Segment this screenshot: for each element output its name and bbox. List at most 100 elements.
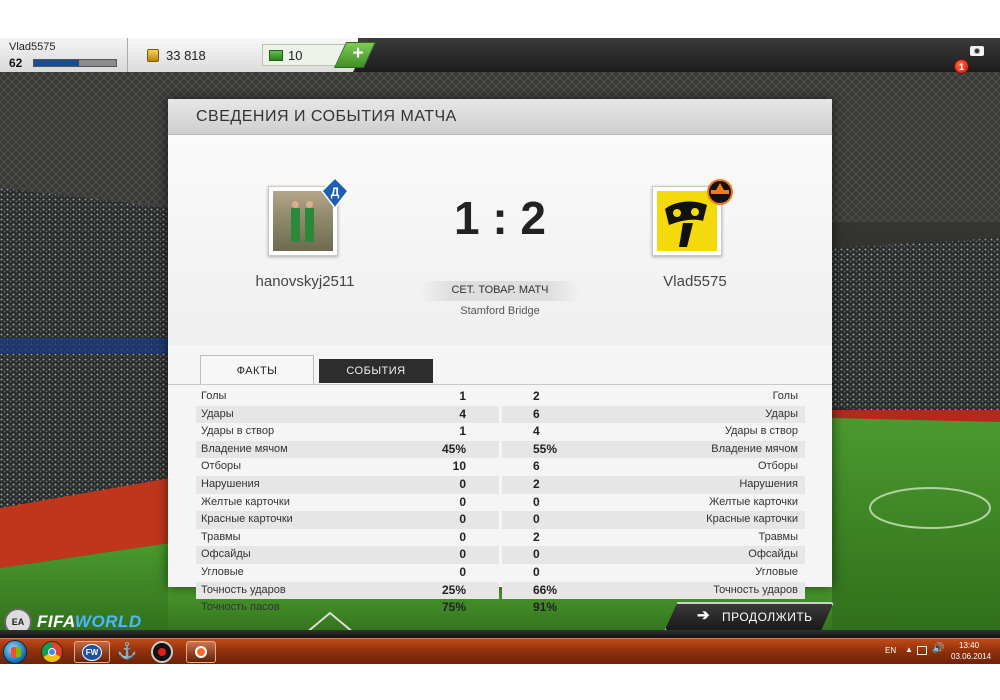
fifa-world-wordmark: FIFAWORLD bbox=[37, 612, 142, 632]
stat-value-away: 0 bbox=[533, 547, 540, 562]
stat-label-home: Удары bbox=[201, 407, 234, 420]
stat-label-away: Угловые bbox=[755, 566, 798, 578]
stat-label-home: Владение мячом bbox=[201, 442, 288, 455]
stat-label-home: Отборы bbox=[201, 460, 242, 473]
logo-fifa: FIFA bbox=[37, 612, 75, 631]
stat-row: Отборы 10 6 Отборы bbox=[168, 458, 832, 476]
stat-label-away: Отборы bbox=[757, 460, 798, 473]
stat-label-home: Травмы bbox=[201, 530, 241, 543]
plus-icon[interactable]: + bbox=[348, 43, 368, 65]
stat-value-away: 2 bbox=[533, 529, 540, 544]
stat-row: Удары в створ 1 4 Удары в створ bbox=[168, 423, 832, 441]
windows-logo-icon bbox=[11, 647, 21, 657]
stat-value-away: 0 bbox=[533, 494, 540, 509]
coins-icon bbox=[147, 49, 159, 62]
stat-value-home: 0 bbox=[459, 565, 466, 579]
stat-label-away: Голы bbox=[772, 390, 798, 402]
match-type: СЕТ. ТОВАР. МАТЧ bbox=[451, 284, 549, 296]
stat-row: Нарушения 0 2 Нарушения bbox=[168, 476, 832, 494]
stat-label-home: Голы bbox=[201, 390, 227, 402]
stat-label-away: Удары bbox=[765, 407, 798, 420]
network-icon[interactable] bbox=[917, 646, 927, 655]
arrow-right-icon[interactable]: ➔ bbox=[697, 608, 713, 624]
start-button[interactable] bbox=[3, 640, 27, 664]
anchor-icon[interactable]: ⚓ bbox=[116, 641, 138, 663]
username: Vlad5575 bbox=[9, 41, 56, 53]
logo-world: WORLD bbox=[74, 612, 142, 631]
stat-value-away: 55% bbox=[533, 441, 558, 456]
bottom-strip bbox=[0, 630, 1000, 638]
tab-events[interactable]: СОБЫТИЯ bbox=[319, 359, 433, 383]
clock-time[interactable]: 13:40 bbox=[959, 641, 979, 650]
stat-label-away: Желтые карточки bbox=[709, 495, 798, 508]
xp-progress-bar bbox=[33, 59, 117, 67]
user-profile[interactable]: Vlad5575 62 bbox=[0, 38, 128, 72]
notification-badge[interactable]: 1 bbox=[954, 59, 969, 74]
volume-icon[interactable]: 🔊 bbox=[932, 643, 944, 654]
stat-row: Владение мячом 45% 55% Владение мячом bbox=[168, 440, 832, 459]
stat-row: Травмы 0 2 Травмы bbox=[168, 529, 832, 547]
fifa-world-taskbar-button[interactable]: FW bbox=[74, 641, 110, 663]
stat-value-away: 0 bbox=[533, 512, 540, 527]
fifa-points-value: 10 bbox=[288, 48, 303, 63]
stat-value-home: 4 bbox=[459, 406, 466, 421]
origin-icon[interactable] bbox=[186, 641, 216, 663]
fifa-points-icon bbox=[269, 50, 283, 61]
fifa-points-field: 10 bbox=[262, 44, 346, 66]
stat-row: Удары 4 6 Удары bbox=[168, 405, 832, 424]
stat-value-home: 45% bbox=[441, 441, 466, 456]
stat-row: Голы 1 2 Голы bbox=[168, 388, 832, 406]
game-window: Vlad5575 62 33 818 10 + 1 СВЕДЕНИЯ И СОБ… bbox=[0, 38, 1000, 664]
panel-title: СВЕДЕНИЯ И СОБЫТИЯ МАТЧА bbox=[196, 108, 457, 125]
stat-value-home: 10 bbox=[452, 459, 466, 474]
tabs-divider bbox=[168, 384, 832, 385]
stat-label-away: Владение мячом bbox=[711, 442, 798, 455]
stat-value-away: 6 bbox=[533, 406, 540, 421]
coins-value: 33 818 bbox=[166, 48, 206, 63]
language-indicator[interactable]: EN bbox=[885, 646, 896, 655]
continue-label[interactable]: ПРОДОЛЖИТЬ bbox=[722, 610, 813, 624]
stadium-name: Stamford Bridge bbox=[460, 305, 540, 317]
stat-label-home: Желтые карточки bbox=[201, 495, 290, 508]
stat-label-away: Офсайды bbox=[748, 548, 798, 561]
camera-icon[interactable] bbox=[970, 46, 984, 56]
stat-label-home: Красные карточки bbox=[201, 513, 293, 526]
stat-value-home: 1 bbox=[459, 424, 466, 439]
record-dot bbox=[158, 648, 166, 656]
record-icon[interactable] bbox=[151, 641, 173, 663]
stat-value-home: 25% bbox=[441, 582, 466, 597]
tray-arrow-icon[interactable]: ▲ bbox=[905, 645, 913, 654]
clock-date[interactable]: 03.06.2014 bbox=[951, 652, 991, 661]
stat-row: Точность ударов 25% 66% Точность ударов bbox=[168, 581, 832, 600]
shakhtar-badge-icon bbox=[707, 179, 733, 205]
stat-value-home: 0 bbox=[459, 512, 466, 527]
stat-label-home: Точность пасов bbox=[201, 601, 280, 614]
stat-label-away: Красные карточки bbox=[706, 513, 798, 526]
away-team-name: Vlad5575 bbox=[663, 273, 727, 290]
stat-label-home: Нарушения bbox=[201, 478, 260, 490]
stat-label-home: Офсайды bbox=[201, 548, 251, 561]
stat-value-home: 0 bbox=[459, 477, 466, 491]
away-team-crest bbox=[652, 179, 733, 256]
stat-row: Красные карточки 0 0 Красные карточки bbox=[168, 511, 832, 529]
stat-row: Офсайды 0 0 Офсайды bbox=[168, 546, 832, 564]
stat-value-away: 4 bbox=[533, 424, 540, 439]
stat-value-home: 0 bbox=[459, 547, 466, 562]
stat-label-away: Нарушения bbox=[739, 478, 798, 490]
user-level: 62 bbox=[9, 56, 23, 70]
chrome-center bbox=[48, 648, 56, 656]
stat-value-away: 0 bbox=[533, 565, 540, 579]
stat-label-away: Точность ударов bbox=[713, 583, 798, 596]
stat-value-home: 75% bbox=[441, 600, 466, 615]
stat-row: Угловые 0 0 Угловые bbox=[168, 564, 832, 582]
tab-facts[interactable]: ФАКТЫ bbox=[200, 355, 314, 385]
chrome-icon[interactable] bbox=[41, 641, 63, 663]
stat-value-home: 0 bbox=[459, 529, 466, 544]
stat-value-away: 66% bbox=[533, 582, 558, 597]
stats-table: Голы 1 2 Голы Удары 4 6 Удары Удары в створ 1 4 У… bbox=[168, 388, 832, 614]
topbar-dark-area bbox=[380, 38, 1000, 72]
home-team-crest: Д bbox=[268, 177, 349, 256]
stat-label-home: Точность ударов bbox=[201, 583, 286, 596]
panel-header: СВЕДЕНИЯ И СОБЫТИЯ МАТЧА bbox=[168, 99, 832, 135]
player-figure bbox=[291, 208, 300, 242]
